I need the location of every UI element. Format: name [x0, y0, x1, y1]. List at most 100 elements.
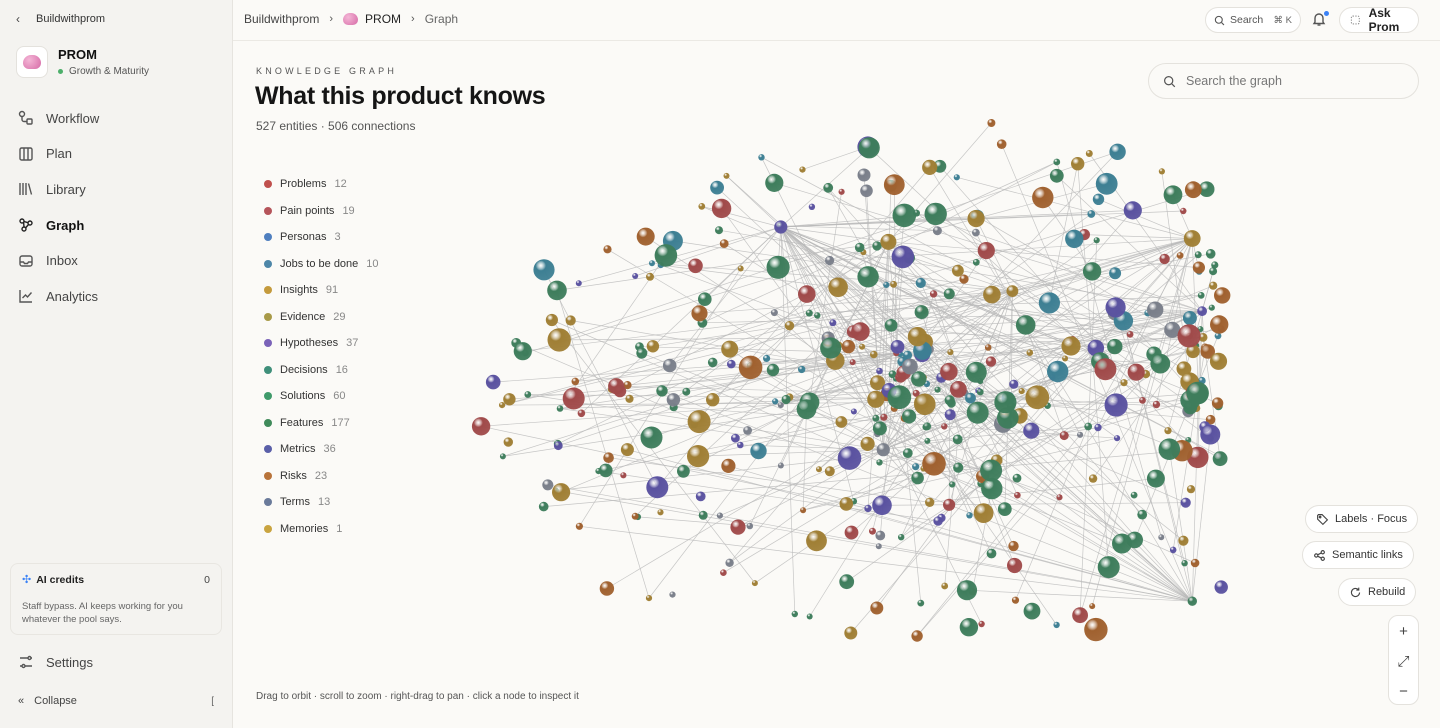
graph-node[interactable]	[869, 527, 876, 535]
graph-node[interactable]	[1025, 385, 1050, 410]
graph-node[interactable]	[636, 347, 648, 359]
graph-node[interactable]	[828, 277, 848, 298]
graph-node[interactable]	[751, 580, 758, 587]
graph-node[interactable]	[923, 422, 932, 431]
graph-node[interactable]	[620, 472, 627, 479]
graph-node[interactable]	[657, 509, 664, 516]
graph-node[interactable]	[859, 343, 866, 350]
graph-node[interactable]	[1177, 324, 1201, 348]
graph-node[interactable]	[800, 507, 807, 514]
graph-node[interactable]	[677, 464, 690, 478]
graph-node[interactable]	[499, 453, 506, 460]
graph-node[interactable]	[1107, 338, 1123, 355]
legend-item[interactable]: Jobs to be done 10	[264, 251, 379, 278]
graph-node[interactable]	[772, 398, 779, 405]
graph-node[interactable]	[973, 503, 994, 523]
graph-node[interactable]	[891, 245, 915, 269]
graph-node[interactable]	[553, 441, 563, 451]
graph-node[interactable]	[839, 574, 855, 590]
graph-node[interactable]	[823, 182, 834, 193]
graph-node[interactable]	[1085, 150, 1093, 157]
graph-node[interactable]	[538, 501, 549, 512]
graph-node[interactable]	[646, 340, 660, 353]
graph-node[interactable]	[711, 198, 732, 219]
semantic-links-button[interactable]: Semantic links	[1302, 541, 1414, 569]
graph-node[interactable]	[925, 497, 935, 507]
legend-item[interactable]: Hypotheses 37	[264, 330, 379, 357]
graph-node[interactable]	[902, 448, 913, 458]
graph-node[interactable]	[565, 315, 576, 326]
graph-node[interactable]	[898, 534, 905, 541]
graph-node[interactable]	[738, 355, 763, 380]
graph-node[interactable]	[1200, 424, 1221, 445]
graph-node[interactable]	[872, 414, 880, 422]
graph-node[interactable]	[547, 280, 567, 301]
graph-node[interactable]	[844, 525, 859, 540]
graph-node[interactable]	[825, 255, 835, 266]
graph-node[interactable]	[870, 601, 884, 615]
graph-node[interactable]	[707, 357, 718, 368]
graph-node[interactable]	[1109, 267, 1122, 280]
graph-node[interactable]	[890, 280, 897, 288]
graph-node[interactable]	[1181, 560, 1188, 567]
graph-node[interactable]	[933, 516, 943, 526]
graph-node[interactable]	[959, 274, 969, 284]
graph-node[interactable]	[924, 202, 947, 226]
graph-node[interactable]	[547, 328, 571, 352]
graph-node[interactable]	[887, 385, 912, 410]
graph-node[interactable]	[857, 266, 879, 288]
graph-node[interactable]	[608, 378, 625, 395]
rebuild-button[interactable]: Rebuild	[1338, 578, 1417, 606]
graph-node[interactable]	[1178, 535, 1189, 546]
graph-node[interactable]	[1214, 580, 1228, 594]
graph-node[interactable]	[471, 417, 491, 436]
graph-node[interactable]	[911, 371, 927, 387]
graph-node[interactable]	[1084, 617, 1108, 642]
graph-node[interactable]	[720, 569, 727, 576]
graph-node[interactable]	[1094, 358, 1117, 381]
graph-node[interactable]	[980, 459, 1003, 482]
workspace-switcher[interactable]: PROM Growth & Maturity	[16, 46, 149, 78]
graph-node[interactable]	[816, 466, 822, 473]
graph-node[interactable]	[922, 159, 938, 175]
graph-node[interactable]	[1009, 379, 1019, 389]
graph-node[interactable]	[1062, 355, 1069, 362]
graph-node[interactable]	[986, 548, 997, 559]
graph-node[interactable]	[914, 393, 936, 416]
graph-node[interactable]	[1210, 315, 1229, 334]
graph-node[interactable]	[721, 340, 739, 358]
graph-node[interactable]	[562, 387, 585, 410]
graph-node[interactable]	[972, 258, 980, 266]
graph-node[interactable]	[902, 409, 917, 424]
graph-node[interactable]	[892, 203, 917, 228]
graph-search-input[interactable]	[1186, 74, 1406, 88]
graph-node[interactable]	[571, 377, 580, 386]
graph-node[interactable]	[952, 264, 964, 277]
graph-node[interactable]	[867, 390, 885, 408]
graph-node[interactable]	[1139, 397, 1146, 404]
graph-node[interactable]	[688, 258, 703, 274]
graph-node[interactable]	[649, 260, 655, 267]
graph-node[interactable]	[698, 292, 712, 306]
graph-node[interactable]	[883, 281, 890, 288]
graph-node[interactable]	[1205, 249, 1216, 259]
graph-node[interactable]	[1112, 533, 1132, 554]
graph-node[interactable]	[654, 244, 678, 267]
graph-node[interactable]	[1158, 534, 1165, 541]
graph-node[interactable]	[1197, 292, 1205, 299]
graph-node[interactable]	[730, 519, 746, 535]
graph-node[interactable]	[625, 394, 634, 403]
graph-node[interactable]	[1092, 193, 1105, 205]
legend-item[interactable]: Metrics 36	[264, 436, 379, 463]
graph-node[interactable]	[599, 581, 615, 596]
graph-node[interactable]	[1094, 423, 1102, 432]
graph-node[interactable]	[808, 203, 816, 210]
graph-node[interactable]	[911, 630, 923, 642]
graph-node[interactable]	[1089, 603, 1096, 610]
graph-node[interactable]	[503, 393, 516, 406]
ask-prom-button[interactable]: Ask Prom	[1339, 6, 1419, 34]
graph-node[interactable]	[860, 436, 875, 451]
graph-node[interactable]	[784, 321, 795, 331]
graph-node[interactable]	[844, 626, 858, 640]
graph-node[interactable]	[1049, 168, 1064, 183]
